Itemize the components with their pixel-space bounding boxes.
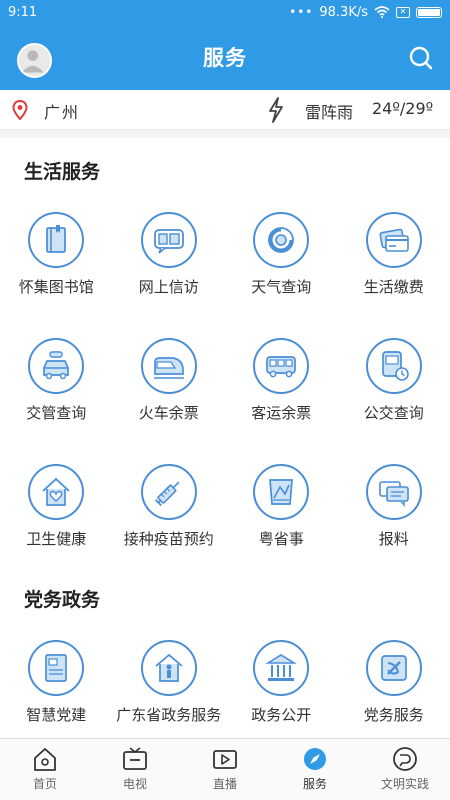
service-item-petition[interactable]: 网上信访 bbox=[113, 200, 226, 326]
service-item-yueshengshi[interactable]: 粤省事 bbox=[225, 452, 338, 578]
service-label: 报料 bbox=[378, 530, 409, 548]
no-sim-icon: ✕ bbox=[396, 6, 410, 18]
service-item-gov-open[interactable]: 政务公开 bbox=[225, 628, 338, 754]
traffic-car-icon bbox=[43, 351, 70, 380]
service-label: 政务公开 bbox=[251, 706, 312, 724]
nav-civilization[interactable]: 文明实践 bbox=[360, 739, 450, 800]
service-item-weather[interactable]: 天气查询 bbox=[225, 200, 338, 326]
nav-service-label: 服务 bbox=[302, 777, 327, 791]
yue-app-icon bbox=[269, 479, 294, 505]
nav-home[interactable]: 首页 bbox=[0, 739, 90, 800]
status-time: 9:11 bbox=[8, 4, 38, 20]
nav-home-label: 首页 bbox=[32, 777, 57, 791]
nav-civilization-label: 文明实践 bbox=[380, 777, 429, 791]
wifi-icon bbox=[374, 6, 390, 18]
weather-condition: 雷阵雨 bbox=[305, 103, 354, 122]
gov-service-house-icon bbox=[155, 653, 183, 682]
service-item-train[interactable]: 火车余票 bbox=[113, 326, 226, 452]
service-item-coach[interactable]: 客运余票 bbox=[225, 326, 338, 452]
civilization-icon bbox=[393, 747, 417, 771]
search-icon[interactable] bbox=[408, 45, 434, 71]
service-item-party-service[interactable]: 党务服务 bbox=[338, 628, 450, 754]
government-building-icon bbox=[265, 654, 298, 681]
battery-icon bbox=[416, 6, 442, 18]
thunderstorm-icon bbox=[269, 97, 283, 123]
train-icon bbox=[153, 357, 184, 379]
city-name[interactable]: 广州 bbox=[44, 99, 80, 123]
service-label: 火车余票 bbox=[138, 404, 199, 422]
service-item-bus-query[interactable]: 公交查询 bbox=[338, 326, 450, 452]
payment-card-icon bbox=[379, 228, 409, 252]
health-house-icon bbox=[42, 477, 70, 506]
party-building-icon bbox=[45, 654, 68, 682]
status-bar: 9:11 ••• 98.3K/s ✕ bbox=[0, 0, 450, 24]
service-label: 广东省政务服务 bbox=[116, 706, 222, 724]
library-book-icon bbox=[46, 225, 67, 253]
service-label: 交管查询 bbox=[26, 404, 87, 422]
home-icon bbox=[34, 748, 56, 771]
nav-live[interactable]: 直播 bbox=[180, 739, 270, 800]
section-title-party: 党务政务 bbox=[24, 589, 101, 611]
weather-icon bbox=[268, 227, 295, 253]
nav-service[interactable]: 服务 bbox=[270, 739, 360, 800]
status-dots: ••• bbox=[289, 5, 314, 19]
compass-icon bbox=[304, 748, 326, 770]
party-services-grid: 智慧党建 广东省政务服务 政务公开 党务服务 bbox=[0, 628, 450, 754]
service-label: 生活缴费 bbox=[363, 278, 424, 296]
nav-tv-label: 电视 bbox=[122, 777, 147, 791]
page-title: 服务 bbox=[203, 46, 247, 70]
location-weather-bar: 广州 雷阵雨 24º/29º bbox=[0, 90, 450, 130]
report-chat-icon bbox=[378, 481, 409, 508]
bottom-navigation: 首页 电视 直播 服务 文明实践 bbox=[0, 738, 450, 800]
service-label: 党务服务 bbox=[363, 706, 424, 724]
service-item-payment[interactable]: 生活缴费 bbox=[338, 200, 450, 326]
service-label: 网上信访 bbox=[138, 278, 199, 296]
service-label: 怀集图书馆 bbox=[18, 278, 94, 296]
party-emblem-icon bbox=[380, 655, 407, 681]
network-speed: 98.3K/s bbox=[319, 4, 368, 20]
service-label: 天气查询 bbox=[251, 278, 312, 296]
service-item-vaccine[interactable]: 接种疫苗预约 bbox=[113, 452, 226, 578]
user-avatar[interactable] bbox=[17, 43, 52, 78]
service-item-gd-gov[interactable]: 广东省政务服务 bbox=[113, 628, 226, 754]
section-divider bbox=[0, 130, 450, 138]
weather-temperature: 24º/29º bbox=[372, 99, 434, 118]
petition-icon bbox=[153, 229, 184, 254]
service-label: 接种疫苗预约 bbox=[123, 530, 214, 548]
nav-live-label: 直播 bbox=[212, 777, 237, 791]
service-label: 客运余票 bbox=[251, 404, 312, 422]
service-label: 公交查询 bbox=[363, 404, 424, 422]
service-label: 卫生健康 bbox=[26, 530, 87, 548]
nav-tv[interactable]: 电视 bbox=[90, 739, 180, 800]
service-item-traffic[interactable]: 交管查询 bbox=[0, 326, 113, 452]
section-title-life: 生活服务 bbox=[24, 161, 101, 183]
service-item-health[interactable]: 卫生健康 bbox=[0, 452, 113, 578]
vaccine-syringe-icon bbox=[154, 481, 180, 507]
bus-clock-icon bbox=[381, 351, 409, 381]
app-root: 9:11 ••• 98.3K/s ✕ 服务 广州 雷阵雨 24º/29º 生活服… bbox=[0, 0, 450, 800]
service-item-library[interactable]: 怀集图书馆 bbox=[0, 200, 113, 326]
bus-icon bbox=[266, 356, 297, 378]
service-item-report[interactable]: 报料 bbox=[338, 452, 450, 578]
live-video-icon bbox=[213, 750, 237, 769]
location-pin-icon bbox=[12, 100, 28, 120]
service-label: 粤省事 bbox=[258, 530, 304, 548]
service-label: 智慧党建 bbox=[26, 706, 87, 724]
life-services-grid: 怀集图书馆 网上信访 天气查询 生活缴费 交管查询 火车余票 客运余票 公交查询… bbox=[0, 200, 450, 578]
service-item-smart-party[interactable]: 智慧党建 bbox=[0, 628, 113, 754]
tv-icon bbox=[123, 747, 147, 770]
avatar-icon bbox=[21, 50, 44, 73]
top-header: 服务 bbox=[0, 24, 450, 90]
